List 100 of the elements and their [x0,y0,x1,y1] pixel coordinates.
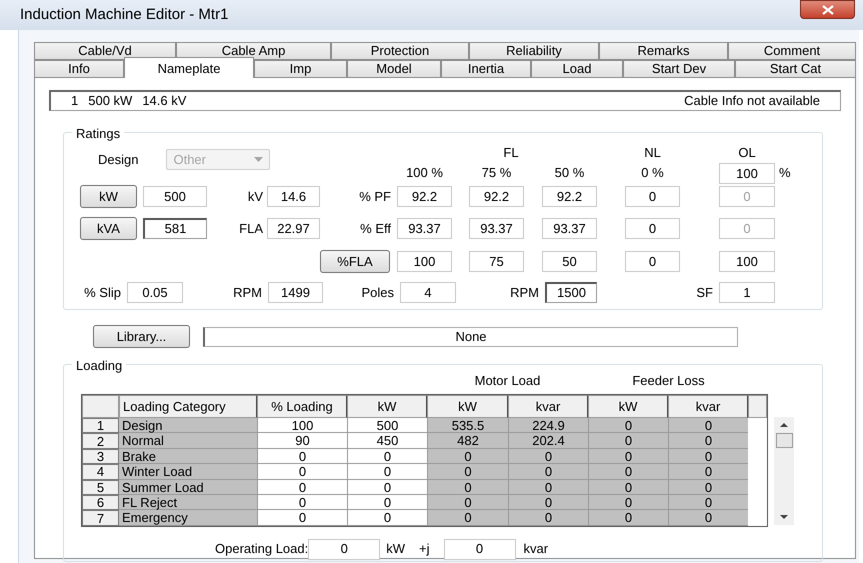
table-cell: 0 [347,494,427,510]
table-cell: Emergency [119,510,257,526]
input-field[interactable]: 4 [400,282,456,303]
column-header[interactable]: kvar [508,395,588,418]
label: Design [98,150,138,169]
button[interactable]: kW [80,185,137,208]
table-cell: 0 [508,480,588,495]
input-field[interactable]: 0 [444,538,516,560]
info-text: 14.6 kV [142,92,186,110]
input-field[interactable]: 0 [625,186,680,207]
tab[interactable]: Comment [728,42,856,60]
button[interactable]: %FLA [320,250,390,273]
label: SF [696,284,713,302]
table-cell: 0 [257,464,347,480]
column-header[interactable]: kW [347,395,427,418]
tab[interactable]: Nameplate [124,57,254,78]
table-cell: 0 [668,464,748,480]
input-field[interactable]: 0 [308,538,380,560]
table-cell: 0 [508,510,588,526]
input-field[interactable]: 0 [625,251,680,272]
input-field[interactable]: 50 [542,251,597,272]
input-field[interactable]: 500 [143,186,207,207]
input-field[interactable]: 92.2 [542,186,597,207]
tab[interactable]: Start Dev [623,60,735,78]
input-field[interactable]: 93.37 [542,218,597,239]
label: % Eff [360,220,391,238]
table-cell: 450 [347,433,427,449]
table-cell: 482 [427,433,508,449]
input-field[interactable]: 100 [719,163,775,184]
tab[interactable]: Reliability [469,42,599,60]
tab[interactable]: Model [347,60,441,78]
tab[interactable]: Inertia [441,60,531,78]
row-header[interactable]: 5 [82,480,119,495]
input-field[interactable]: 100 [719,251,775,272]
input-field[interactable]: 93.37 [469,218,524,239]
tab[interactable]: Start Cat [735,60,856,78]
row-header[interactable]: 7 [82,510,119,526]
column-header[interactable]: kW [427,395,508,418]
row-header[interactable]: 2 [82,433,119,449]
table-cell: 0 [427,510,508,526]
label: % Slip [84,284,121,302]
table-cell: 0 [668,418,748,434]
up-arrow-icon [780,423,788,427]
column-header[interactable]: Loading Category [119,395,257,418]
tab[interactable]: Load [531,60,623,78]
input-field[interactable]: 22.97 [267,218,320,239]
input-field[interactable]: 0 [625,218,680,239]
tab[interactable]: Remarks [599,42,728,60]
table-cell: 100 [257,418,347,434]
input-field[interactable]: 100 [397,251,452,272]
input-field[interactable]: 581 [143,218,207,239]
input-field[interactable]: 75 [469,251,524,272]
row-header[interactable]: 4 [82,464,119,480]
tab[interactable]: Protection [331,42,469,60]
table-cell: 0 [588,433,668,449]
table-cell: 0 [508,464,588,480]
input-field[interactable]: 14.6 [267,186,320,207]
label: FLA [239,220,263,238]
table-cell: 0 [508,494,588,510]
close-icon [822,4,834,14]
row-header[interactable]: 3 [82,448,119,464]
table-cell: 90 [257,433,347,449]
table-cell: 0 [588,480,668,495]
tab[interactable]: Cable/Vd [34,42,176,60]
input-field[interactable]: 1499 [268,282,323,303]
library-field: None [203,326,738,346]
table-cell: 0 [668,494,748,510]
tab[interactable]: Imp [254,60,347,78]
column-header[interactable]: kvar [668,395,748,418]
table-cell: Normal [119,433,257,449]
label: 75 % [482,164,512,182]
input-field[interactable]: 92.2 [397,186,452,207]
label: +j [419,540,430,558]
label: 100 % [406,164,443,182]
scrollbar[interactable] [774,417,794,525]
column-header[interactable]: % Loading [257,395,347,418]
table-cell: 0 [508,448,588,464]
input-field[interactable]: 1 [719,282,775,303]
table-cell: 0 [588,418,668,434]
table-cell: Brake [119,448,257,464]
info-text: Cable Info not available [684,92,820,110]
row-header[interactable]: 1 [82,418,119,434]
button[interactable]: kVA [80,217,137,240]
input-field[interactable]: 0.05 [127,282,183,303]
row-header[interactable]: 6 [82,494,119,510]
input-field[interactable]: 93.37 [397,218,452,239]
label: RPM [510,284,539,302]
label: % PF [359,188,391,206]
close-button[interactable] [800,0,855,19]
input-field[interactable]: 1500 [545,282,597,303]
table-cell: 0 [668,510,748,526]
tab[interactable]: Info [34,60,124,78]
input-field[interactable]: 92.2 [469,186,524,207]
tab[interactable]: Cable Amp [176,42,331,60]
column-header[interactable]: kW [588,395,668,418]
info-text: 1 [71,92,78,110]
button[interactable]: Library... [93,325,190,348]
scroll-thumb[interactable] [776,432,792,448]
label: 0 % [641,164,664,182]
table-cell: 0 [588,448,668,464]
